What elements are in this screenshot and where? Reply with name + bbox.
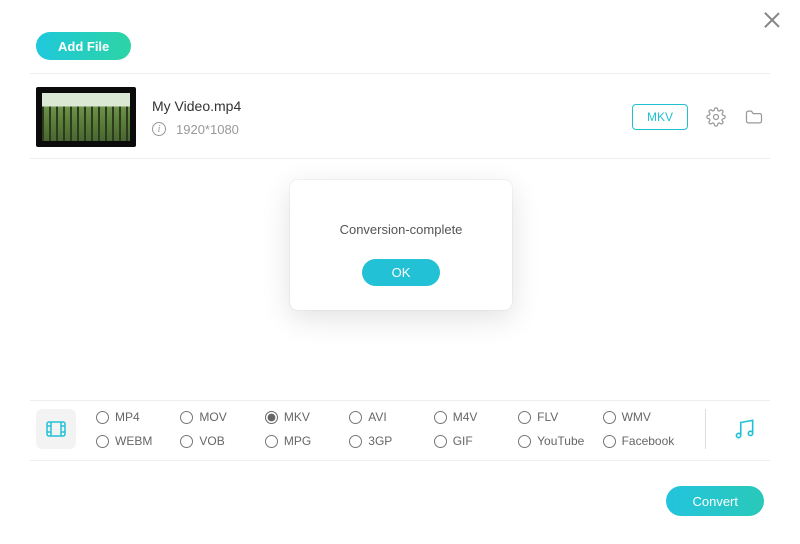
info-icon[interactable]: i bbox=[152, 122, 166, 136]
gear-icon[interactable] bbox=[706, 107, 726, 127]
format-label: GIF bbox=[453, 434, 473, 448]
format-option-m4v[interactable]: M4V bbox=[434, 410, 518, 424]
convert-button[interactable]: Convert bbox=[666, 486, 764, 516]
format-label: FLV bbox=[537, 410, 558, 424]
format-label: Facebook bbox=[622, 434, 675, 448]
format-label: WMV bbox=[622, 410, 651, 424]
format-option-vob[interactable]: VOB bbox=[180, 434, 264, 448]
target-format-badge[interactable]: MKV bbox=[632, 104, 688, 130]
format-option-facebook[interactable]: Facebook bbox=[603, 434, 687, 448]
format-option-gif[interactable]: GIF bbox=[434, 434, 518, 448]
file-meta: My Video.mp4 i 1920*1080 bbox=[152, 98, 616, 137]
format-label: 3GP bbox=[368, 434, 392, 448]
divider bbox=[705, 409, 706, 449]
close-icon[interactable] bbox=[762, 10, 782, 30]
format-label: MKV bbox=[284, 410, 310, 424]
divider bbox=[30, 460, 770, 461]
format-label: VOB bbox=[199, 434, 224, 448]
format-option-3gp[interactable]: 3GP bbox=[349, 434, 433, 448]
format-option-mkv[interactable]: MKV bbox=[265, 410, 349, 424]
format-label: MOV bbox=[199, 410, 226, 424]
format-option-wmv[interactable]: WMV bbox=[603, 410, 687, 424]
audio-formats-icon[interactable] bbox=[724, 409, 764, 449]
add-file-button[interactable]: Add File bbox=[36, 32, 131, 60]
format-label: YouTube bbox=[537, 434, 584, 448]
format-grid: MP4 MOV MKV AVI M4V FLV WMV WEBM VOB MPG 3GP GIF You… bbox=[96, 406, 687, 452]
format-label: AVI bbox=[368, 410, 386, 424]
divider bbox=[30, 73, 770, 74]
file-resolution: 1920*1080 bbox=[176, 122, 239, 137]
dialog-message: Conversion-complete bbox=[290, 222, 512, 237]
format-label: MPG bbox=[284, 434, 311, 448]
format-option-avi[interactable]: AVI bbox=[349, 410, 433, 424]
file-name: My Video.mp4 bbox=[152, 98, 616, 114]
format-option-youtube[interactable]: YouTube bbox=[518, 434, 602, 448]
format-label: WEBM bbox=[115, 434, 152, 448]
file-row: My Video.mp4 i 1920*1080 MKV bbox=[36, 82, 764, 152]
format-bar: MP4 MOV MKV AVI M4V FLV WMV WEBM VOB MPG 3GP GIF You… bbox=[36, 406, 764, 452]
completion-dialog: Conversion-complete OK bbox=[290, 180, 512, 310]
video-formats-icon[interactable] bbox=[36, 409, 76, 449]
format-option-mpg[interactable]: MPG bbox=[265, 434, 349, 448]
divider bbox=[30, 158, 770, 159]
divider bbox=[30, 400, 770, 401]
ok-button[interactable]: OK bbox=[362, 259, 441, 286]
format-option-flv[interactable]: FLV bbox=[518, 410, 602, 424]
folder-icon[interactable] bbox=[744, 107, 764, 127]
format-label: MP4 bbox=[115, 410, 140, 424]
video-thumbnail[interactable] bbox=[36, 87, 136, 147]
format-option-mp4[interactable]: MP4 bbox=[96, 410, 180, 424]
format-option-mov[interactable]: MOV bbox=[180, 410, 264, 424]
format-label: M4V bbox=[453, 410, 478, 424]
format-option-webm[interactable]: WEBM bbox=[96, 434, 180, 448]
